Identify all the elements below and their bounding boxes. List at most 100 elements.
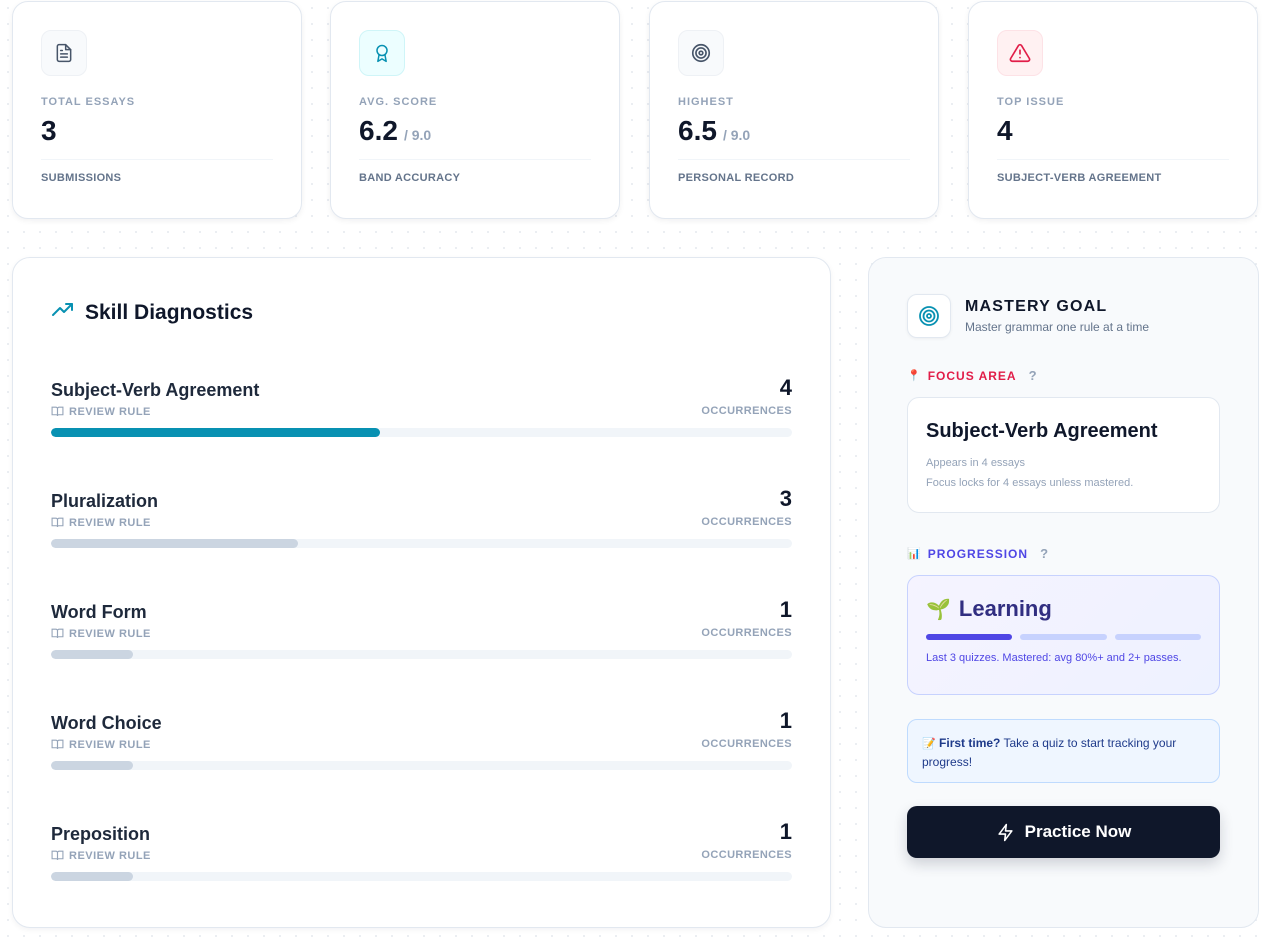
occurrences-label: OCCURRENCES [701, 405, 792, 417]
progression-level: 🌱 Learning [926, 596, 1201, 622]
skill-item: Subject-Verb Agreement REVIEW RULE 4 OCC… [51, 366, 792, 477]
review-rule-label: REVIEW RULE [69, 405, 151, 418]
skill-count: 3 [779, 486, 792, 511]
stat-divider [678, 159, 910, 160]
stat-card-highest: HIGHEST 6.5/ 9.0 PERSONAL RECORD [649, 1, 939, 219]
review-rule-link[interactable]: REVIEW RULE [51, 738, 151, 751]
help-icon[interactable]: ? [1040, 546, 1048, 561]
focus-area-label: 📍 FOCUS AREA ? [907, 368, 1220, 383]
skill-bar-fill [51, 650, 134, 659]
stat-label: TOTAL ESSAYS [41, 96, 136, 108]
stat-label: AVG. SCORE [359, 96, 438, 108]
book-icon [51, 628, 64, 638]
stat-label: HIGHEST [678, 96, 734, 108]
focus-lock-note: Focus locks for 4 essays unless mastered… [926, 477, 1134, 489]
target-icon [907, 294, 951, 338]
bar-chart-icon: 📊 [907, 548, 922, 560]
lightning-icon [997, 823, 1013, 841]
occurrences-label: OCCURRENCES [701, 516, 792, 528]
document-icon [41, 30, 87, 76]
stat-foot: SUBMISSIONS [41, 172, 122, 184]
seedling-icon: 🌱 [926, 598, 951, 621]
progress-segment [1020, 634, 1107, 640]
progress-note: Last 3 quizzes. Mastered: avg 80%+ and 2… [926, 652, 1182, 664]
practice-now-label: Practice Now [1024, 822, 1132, 841]
occurrences-label: OCCURRENCES [701, 627, 792, 639]
skill-bar [51, 428, 792, 437]
skill-bar-fill [51, 428, 380, 437]
diagnostics-title: Skill Diagnostics [51, 298, 792, 328]
stat-suffix: / 9.0 [722, 127, 751, 143]
skill-bar [51, 761, 792, 770]
review-rule-label: REVIEW RULE [69, 738, 151, 751]
review-rule-label: REVIEW RULE [69, 627, 151, 640]
award-icon [359, 30, 405, 76]
stat-card-avg-score: AVG. SCORE 6.2/ 9.0 BAND ACCURACY [330, 1, 620, 219]
stat-label: TOP ISSUE [997, 96, 1065, 108]
focus-skill-name: Subject-Verb Agreement [926, 420, 1158, 442]
skill-name: Subject-Verb Agreement [51, 380, 260, 400]
stat-foot: PERSONAL RECORD [678, 172, 795, 184]
stat-value: 3 [41, 115, 57, 146]
memo-icon: 📝 [922, 738, 936, 750]
stat-card-total-essays: TOTAL ESSAYS 3 SUBMISSIONS [12, 1, 302, 219]
skill-item: Word Choice REVIEW RULE 1 OCCURRENCES [51, 699, 792, 810]
target-icon [678, 30, 724, 76]
book-icon [51, 850, 64, 860]
book-icon [51, 406, 64, 416]
trending-up-icon [51, 298, 75, 328]
stat-value: 4 [997, 115, 1013, 146]
skill-count: 1 [779, 819, 792, 844]
skill-name: Pluralization [51, 491, 159, 511]
progress-segments [926, 634, 1201, 640]
skill-bar [51, 650, 792, 659]
review-rule-link[interactable]: REVIEW RULE [51, 627, 151, 640]
practice-now-button[interactable]: Practice Now [907, 806, 1220, 858]
skill-name: Preposition [51, 824, 151, 844]
skill-bar-fill [51, 539, 298, 548]
stat-divider [997, 159, 1229, 160]
skill-bar [51, 872, 792, 881]
mastery-goal-panel: MASTERY GOAL Master grammar one rule at … [868, 257, 1259, 928]
progress-segment [1114, 634, 1201, 640]
stat-value: 6.5/ 9.0 [678, 115, 751, 146]
review-rule-link[interactable]: REVIEW RULE [51, 516, 151, 529]
occurrences-label: OCCURRENCES [701, 849, 792, 861]
progression-card: 🌱 Learning Last 3 quizzes. Mastered: avg… [907, 575, 1220, 695]
book-icon [51, 517, 64, 527]
diagnostics-title-text: Skill Diagnostics [85, 301, 254, 324]
stat-value: 6.2/ 9.0 [359, 115, 432, 146]
goal-header: MASTERY GOAL Master grammar one rule at … [907, 294, 1220, 338]
focus-area-text: FOCUS AREA [927, 368, 1017, 383]
stat-card-top-issue: TOP ISSUE 4 SUBJECT-VERB AGREEMENT [968, 1, 1258, 219]
goal-subtitle: Master grammar one rule at a time [965, 320, 1150, 334]
skill-bar-fill [51, 872, 134, 881]
skill-count: 1 [779, 708, 792, 733]
book-icon [51, 739, 64, 749]
skill-item: Pluralization REVIEW RULE 3 OCCURRENCES [51, 477, 792, 588]
focus-meta: Appears in 4 essays [926, 457, 1026, 469]
skill-bar [51, 539, 792, 548]
review-rule-link[interactable]: REVIEW RULE [51, 405, 151, 418]
tip-bold: First time? [939, 736, 1001, 750]
review-rule-label: REVIEW RULE [69, 516, 151, 529]
stat-divider [41, 159, 273, 160]
skill-count: 4 [779, 375, 792, 400]
progress-segment [926, 634, 1013, 640]
level-text: Learning [958, 596, 1052, 621]
stat-divider [359, 159, 591, 160]
skill-name: Word Form [51, 602, 147, 622]
review-rule-link[interactable]: REVIEW RULE [51, 849, 151, 862]
skill-bar-fill [51, 761, 134, 770]
help-icon[interactable]: ? [1029, 368, 1037, 383]
warning-icon [997, 30, 1043, 76]
first-time-tip: 📝 First time? Take a quiz to start track… [907, 719, 1220, 783]
focus-card: Subject-Verb Agreement Appears in 4 essa… [907, 397, 1220, 513]
progression-text: PROGRESSION [927, 546, 1029, 561]
stat-foot: SUBJECT-VERB AGREEMENT [997, 172, 1162, 184]
occurrences-label: OCCURRENCES [701, 738, 792, 750]
goal-title: MASTERY GOAL [965, 298, 1108, 315]
skill-diagnostics-panel: Skill Diagnostics Subject-Verb Agreement… [12, 257, 831, 928]
skill-list: Subject-Verb Agreement REVIEW RULE 4 OCC… [51, 366, 792, 921]
skill-item: Word Form REVIEW RULE 1 OCCURRENCES [51, 588, 792, 699]
